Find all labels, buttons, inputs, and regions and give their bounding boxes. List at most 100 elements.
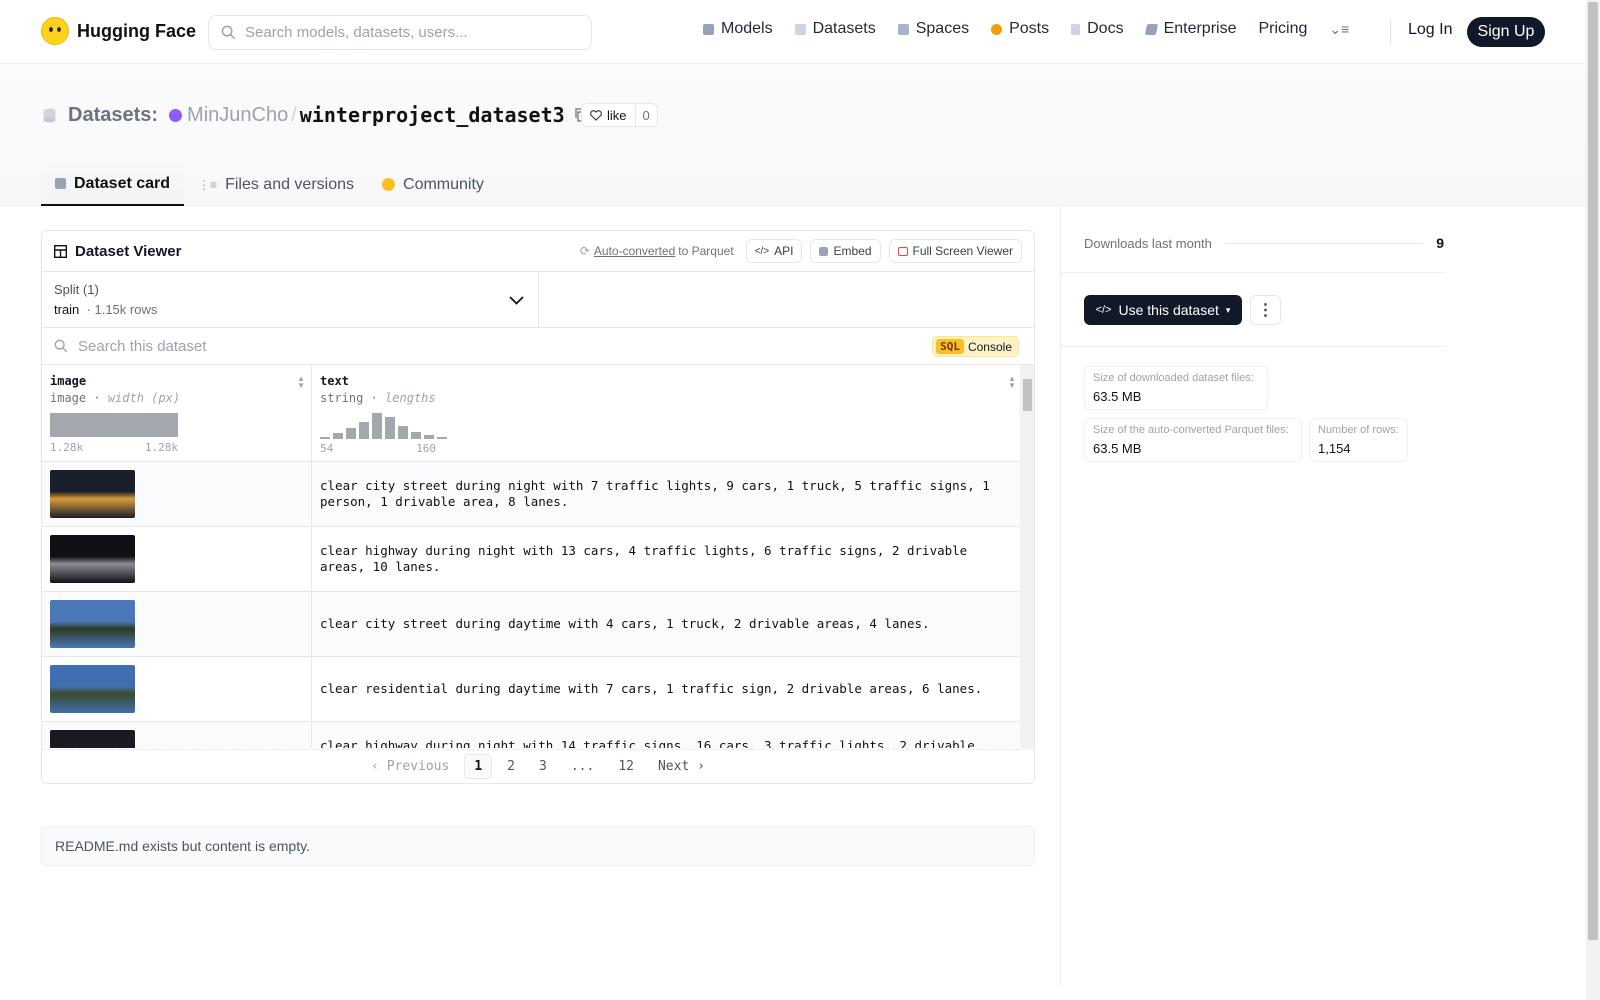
downloads-stat: Downloads last month 9: [1084, 235, 1444, 251]
histogram-bar[interactable]: [333, 433, 343, 439]
next-page[interactable]: Next ›: [649, 755, 714, 778]
histogram-bar[interactable]: [359, 422, 369, 439]
image-thumbnail[interactable]: [50, 730, 135, 748]
page-scrollbar[interactable]: [1586, 0, 1600, 1000]
table-row[interactable]: clear city street during daytime with 4 …: [42, 592, 1034, 657]
page-scrollbar-thumb[interactable]: [1588, 2, 1598, 940]
repo-name[interactable]: winterproject_dataset3: [300, 103, 565, 127]
signup-button[interactable]: Sign Up: [1467, 17, 1545, 47]
previous-page[interactable]: ‹ Previous: [362, 755, 458, 778]
column-header-image[interactable]: image image · width (px) 1.28k 1.28k ▲ ▼: [42, 365, 312, 461]
nav-models[interactable]: Models: [703, 20, 773, 38]
chevron-down-icon: [509, 296, 524, 305]
width-max: 1.28k: [144, 441, 178, 454]
text-cell[interactable]: clear highway during night with 13 cars,…: [312, 527, 1022, 591]
more-menu-icon[interactable]: ⌄≡: [1329, 21, 1349, 38]
sidebar-rule: [1061, 346, 1445, 347]
image-cell[interactable]: [42, 592, 312, 656]
use-this-dataset-button[interactable]: </> Use this dataset ▾: [1084, 295, 1242, 325]
page-3[interactable]: 3: [530, 755, 556, 778]
histogram-bar[interactable]: [398, 426, 408, 439]
histogram-bar[interactable]: [372, 413, 382, 439]
user-avatar: [169, 108, 183, 122]
like-label-wrap: like: [582, 104, 636, 126]
histogram-bar[interactable]: [385, 417, 395, 439]
chat-bubble-icon: [991, 23, 1003, 35]
data-grid: image image · width (px) 1.28k 1.28k ▲ ▼ t…: [42, 365, 1034, 748]
brand-logo[interactable]: Hugging Face: [41, 17, 196, 45]
breadcrumb-separator: /: [291, 103, 297, 126]
auto-converted-link[interactable]: Auto-converted: [594, 244, 675, 258]
cube-icon: [55, 178, 66, 189]
image-thumbnail[interactable]: [50, 600, 135, 648]
image-thumbnail[interactable]: [50, 665, 135, 713]
tab-community[interactable]: Community: [368, 163, 498, 206]
text-cell[interactable]: clear city street during daytime with 4 …: [312, 592, 1022, 656]
page-2[interactable]: 2: [498, 755, 524, 778]
histogram-bar[interactable]: [320, 437, 330, 439]
sidebar-divider: [1060, 206, 1061, 986]
image-thumbnail[interactable]: [50, 535, 135, 583]
tab-files-and-versions[interactable]: ⋮≡ Files and versions: [184, 163, 368, 206]
image-thumbnail[interactable]: [50, 470, 135, 518]
text-cell[interactable]: clear highway during night with 14 traff…: [312, 722, 1022, 748]
sql-console-button[interactable]: SQL Console: [932, 336, 1019, 357]
page-1[interactable]: 1: [464, 754, 493, 779]
nav-posts[interactable]: Posts: [991, 20, 1049, 38]
text-cell[interactable]: clear city street during night with 7 tr…: [312, 462, 1022, 526]
split-selector-row: Split (1) train · 1.15k rows: [42, 272, 1034, 328]
like-label: like: [607, 107, 627, 123]
embed-button[interactable]: Embed: [810, 239, 881, 263]
api-button[interactable]: </> API: [745, 239, 803, 263]
dataset-viewer: Dataset Viewer ⟳ Auto-converted to Parqu…: [41, 230, 1035, 784]
community-icon: [382, 178, 396, 191]
image-cell[interactable]: [42, 657, 312, 721]
table-row[interactable]: clear highway during night with 13 cars,…: [42, 527, 1034, 592]
length-min: 54: [320, 442, 334, 455]
full-screen-viewer-button[interactable]: Full Screen Viewer: [888, 239, 1022, 263]
page-12[interactable]: 12: [609, 755, 643, 778]
hugging-face-logo-icon: [41, 17, 69, 45]
tab-dataset-card[interactable]: Dataset card: [41, 163, 185, 206]
histogram-bar[interactable]: [346, 428, 356, 439]
column-stat: lengths: [385, 391, 436, 405]
pagination: ‹ Previous 1 2 3 ... 12 Next ›: [42, 749, 1034, 783]
more-options-button[interactable]: ⋮: [1250, 295, 1281, 325]
dataset-search[interactable]: SQLConsole: [42, 328, 1034, 365]
table-scrollbar[interactable]: [1020, 365, 1034, 748]
nav-divider: [1390, 18, 1391, 46]
text-cell[interactable]: clear residential during daytime with 7 …: [312, 657, 1022, 721]
image-cell[interactable]: [42, 527, 312, 591]
table-row[interactable]: clear city street during night with 7 tr…: [42, 462, 1034, 527]
breadcrumb: Datasets: MinJunCho / winterproject_data…: [43, 103, 588, 127]
nav-docs[interactable]: Docs: [1071, 20, 1124, 38]
owner-link[interactable]: MinJunCho: [187, 104, 288, 127]
nav-spaces[interactable]: Spaces: [897, 20, 969, 38]
column-header-text[interactable]: text string · lengths 54 160 ▲ ▼: [312, 365, 1022, 461]
sort-icon[interactable]: ▲ ▼: [1008, 375, 1016, 390]
nav-pricing[interactable]: Pricing: [1258, 20, 1307, 38]
histogram-bar[interactable]: [411, 432, 421, 439]
like-button[interactable]: like 0: [581, 103, 658, 127]
histogram-bar[interactable]: [437, 437, 447, 439]
scrollbar-thumb[interactable]: [1023, 379, 1032, 411]
dataset-search-input[interactable]: [78, 337, 578, 355]
viewer-title: Dataset Viewer: [54, 243, 181, 260]
table-row[interactable]: clear highway during night with 14 traff…: [42, 722, 1034, 748]
length-range: 54 160: [320, 442, 448, 455]
global-search-input[interactable]: [245, 24, 565, 41]
image-cell[interactable]: [42, 462, 312, 526]
split-name: train: [54, 302, 80, 317]
image-cell[interactable]: [42, 722, 312, 748]
nav-datasets[interactable]: Datasets: [794, 20, 876, 38]
histogram-bar[interactable]: [424, 435, 434, 439]
nav-enterprise[interactable]: Enterprise: [1144, 20, 1236, 38]
login-link[interactable]: Log In: [1408, 21, 1452, 39]
split-rows: 1.15k rows: [94, 302, 158, 317]
table-row[interactable]: clear residential during daytime with 7 …: [42, 657, 1034, 722]
page-ellipsis: ...: [570, 759, 595, 774]
width-min: 1.28k: [50, 441, 84, 454]
global-search[interactable]: [208, 15, 592, 50]
sort-icon[interactable]: ▲ ▼: [297, 375, 305, 390]
split-select[interactable]: Split (1) train · 1.15k rows: [42, 272, 539, 327]
